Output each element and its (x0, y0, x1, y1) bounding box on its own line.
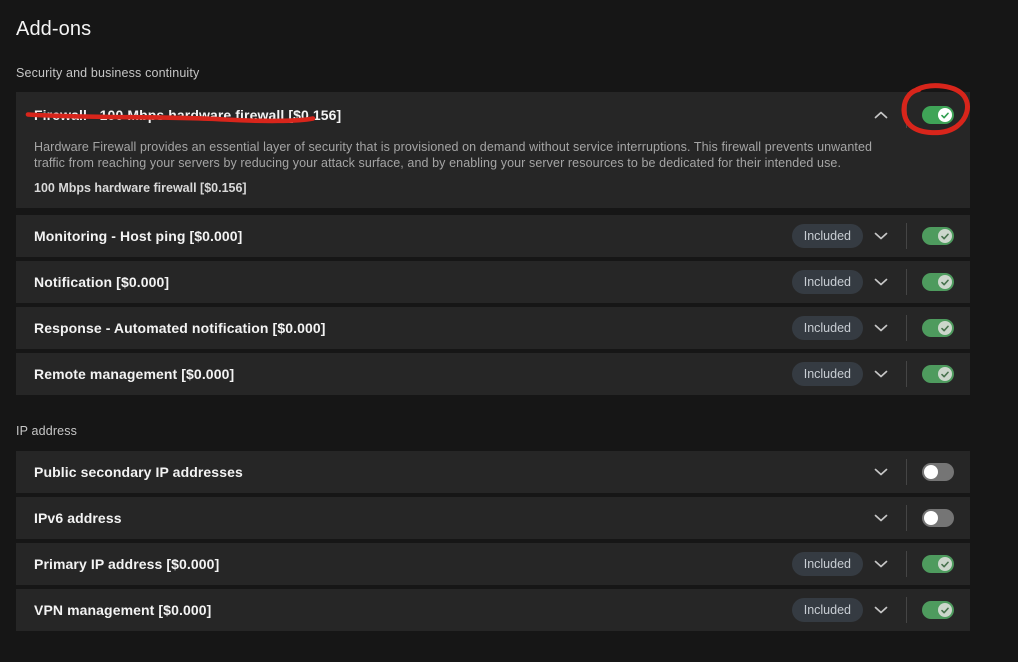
addon-row-header: IPv6 address (34, 497, 954, 539)
toggle-knob (938, 367, 952, 381)
addon-detail: 100 Mbps hardware firewall [$0.156] (34, 181, 954, 195)
addon-row[interactable]: Remote management [$0.000] Included (16, 353, 970, 395)
check-icon (942, 608, 948, 612)
divider (906, 505, 907, 531)
check-icon (942, 562, 948, 566)
addon-row-header: Remote management [$0.000] Included (34, 353, 954, 395)
addon-title: VPN management [$0.000] (34, 602, 211, 618)
included-badge: Included (792, 552, 863, 576)
addon-section: IP address Public secondary IP addresses (16, 424, 1018, 631)
addon-toggle-on[interactable] (922, 106, 954, 124)
addon-row[interactable]: Public secondary IP addresses (16, 451, 970, 493)
chevron-up-icon[interactable] (872, 106, 890, 124)
section-label: Security and business continuity (16, 66, 1018, 80)
chevron-down-icon[interactable] (872, 463, 890, 481)
addon-title: IPv6 address (34, 510, 122, 526)
addon-row[interactable]: Firewall - 100 Mbps hardware firewall [$… (16, 92, 970, 208)
divider (906, 102, 907, 128)
divider (906, 459, 907, 485)
divider (906, 551, 907, 577)
addon-toggle-on[interactable] (922, 319, 954, 337)
divider (906, 315, 907, 341)
addon-row-header: Notification [$0.000] Included (34, 261, 954, 303)
addon-title: Remote management [$0.000] (34, 366, 234, 382)
addon-row-controls: Included (792, 597, 954, 623)
addon-toggle-on[interactable] (922, 227, 954, 245)
addon-row[interactable]: IPv6 address (16, 497, 970, 539)
addon-rows: Public secondary IP addresses IPv6 add (16, 451, 970, 631)
toggle-knob (938, 321, 952, 335)
chevron-down-icon[interactable] (872, 319, 890, 337)
included-badge: Included (792, 316, 863, 340)
addon-section: Security and business continuity Firewal… (16, 66, 1018, 395)
chevron-down-icon[interactable] (872, 365, 890, 383)
check-icon (942, 234, 948, 238)
addon-toggle-off[interactable] (922, 463, 954, 481)
addon-row[interactable]: VPN management [$0.000] Included (16, 589, 970, 631)
addon-rows: Firewall - 100 Mbps hardware firewall [$… (16, 92, 970, 395)
addon-title: Firewall - 100 Mbps hardware firewall [$… (34, 107, 341, 123)
check-icon (942, 280, 948, 284)
divider (906, 269, 907, 295)
chevron-down-icon[interactable] (872, 273, 890, 291)
divider (906, 597, 907, 623)
check-icon (942, 326, 948, 330)
addon-description: Hardware Firewall provides an essential … (34, 139, 874, 171)
addon-toggle-on[interactable] (922, 273, 954, 291)
divider (906, 361, 907, 387)
add-ons-page: Add-ons Security and business continuity… (0, 0, 1018, 662)
included-badge: Included (792, 224, 863, 248)
toggle-knob (938, 603, 952, 617)
addon-title: Primary IP address [$0.000] (34, 556, 219, 572)
addon-row[interactable]: Primary IP address [$0.000] Included (16, 543, 970, 585)
addon-title: Notification [$0.000] (34, 274, 169, 290)
page-title: Add-ons (16, 18, 1018, 41)
check-icon (942, 372, 948, 376)
included-badge: Included (792, 270, 863, 294)
section-label: IP address (16, 424, 1018, 438)
addon-toggle-on[interactable] (922, 365, 954, 383)
chevron-down-icon[interactable] (872, 555, 890, 573)
divider (906, 223, 907, 249)
addon-row-controls (872, 505, 954, 531)
toggle-knob (938, 108, 952, 122)
addon-row-controls: Included (792, 361, 954, 387)
addon-row-header: VPN management [$0.000] Included (34, 589, 954, 631)
addon-title: Public secondary IP addresses (34, 464, 243, 480)
chevron-down-icon[interactable] (872, 227, 890, 245)
addon-row[interactable]: Notification [$0.000] Included (16, 261, 970, 303)
addon-title: Response - Automated notification [$0.00… (34, 320, 326, 336)
add-ons-sections: Security and business continuity Firewal… (16, 66, 1018, 631)
toggle-knob (938, 229, 952, 243)
addon-row-header: Response - Automated notification [$0.00… (34, 307, 954, 349)
addon-toggle-on[interactable] (922, 601, 954, 619)
included-badge: Included (792, 362, 863, 386)
addon-row-controls (872, 102, 954, 128)
addon-row-controls: Included (792, 315, 954, 341)
included-badge: Included (792, 598, 863, 622)
addon-row-controls (872, 459, 954, 485)
addon-row-body: Hardware Firewall provides an essential … (34, 139, 954, 195)
addon-row[interactable]: Monitoring - Host ping [$0.000] Included (16, 215, 970, 257)
addon-title: Monitoring - Host ping [$0.000] (34, 228, 242, 244)
addon-row-controls: Included (792, 223, 954, 249)
check-icon (942, 113, 948, 117)
toggle-knob (924, 511, 938, 525)
toggle-knob (938, 275, 952, 289)
addon-toggle-on[interactable] (922, 555, 954, 573)
addon-row-header: Firewall - 100 Mbps hardware firewall [$… (34, 98, 954, 132)
toggle-knob (924, 465, 938, 479)
addon-row-header: Monitoring - Host ping [$0.000] Included (34, 215, 954, 257)
addon-row-controls: Included (792, 269, 954, 295)
chevron-down-icon[interactable] (872, 509, 890, 527)
addon-row-header: Primary IP address [$0.000] Included (34, 543, 954, 585)
addon-row-controls: Included (792, 551, 954, 577)
addon-toggle-off[interactable] (922, 509, 954, 527)
chevron-down-icon[interactable] (872, 601, 890, 619)
toggle-knob (938, 557, 952, 571)
addon-row[interactable]: Response - Automated notification [$0.00… (16, 307, 970, 349)
addon-row-header: Public secondary IP addresses (34, 451, 954, 493)
